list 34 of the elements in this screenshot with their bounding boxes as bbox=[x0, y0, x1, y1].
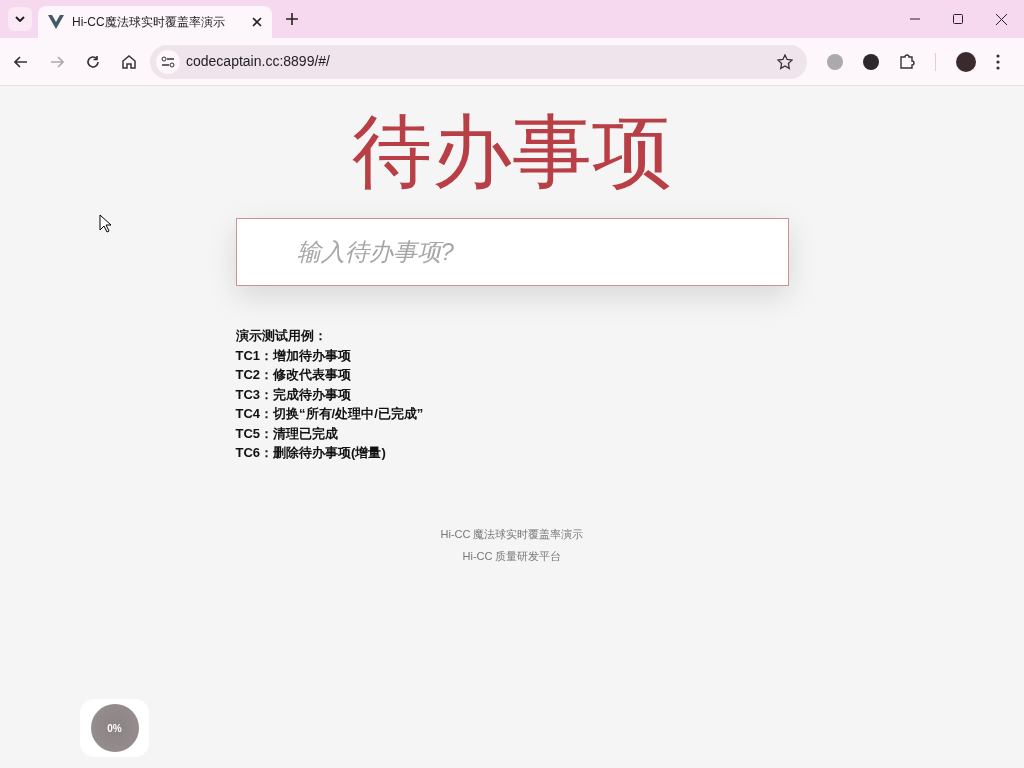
footer-text: Hi-CC 质量研发平台 bbox=[462, 549, 562, 564]
coverage-reading: 0% bbox=[107, 721, 122, 736]
test-cases-heading: 演示测试用例： bbox=[235, 327, 328, 345]
test-case-item: TC5：清理已完成 bbox=[235, 424, 340, 443]
test-case-item: TC1：增加待办事项 bbox=[235, 346, 353, 365]
menu-icon[interactable] bbox=[996, 53, 1000, 70]
url-text: codecaptain.cc:8899/#/ bbox=[186, 52, 331, 71]
test-case-item: TC4：切换“所有/处理中/已完成” bbox=[235, 405, 425, 423]
new-todo-input[interactable]: 输入待办事项? bbox=[235, 218, 789, 286]
close-icon[interactable] bbox=[252, 17, 262, 27]
test-case-item: TC6：删除待办事项(增量) bbox=[235, 444, 387, 462]
browser-tab[interactable]: Hi-CC魔法球实时覆盖率演示 bbox=[38, 6, 272, 38]
v-logo-icon bbox=[48, 15, 64, 29]
page-title: 待办事项 bbox=[352, 106, 672, 198]
puzzle-icon[interactable] bbox=[899, 53, 915, 70]
coverage-widget[interactable]: 0% bbox=[80, 699, 149, 757]
test-case-item: TC3：完成待办事项 bbox=[235, 385, 353, 404]
test-case-item: TC2：修改代表事项 bbox=[235, 366, 353, 384]
home-icon[interactable] bbox=[122, 54, 136, 69]
footer-text: Hi-CC 魔法球实时覆盖率演示 bbox=[440, 526, 584, 542]
maximize-icon[interactable] bbox=[953, 14, 963, 24]
close-icon[interactable] bbox=[996, 13, 1007, 25]
site-settings-icon[interactable] bbox=[161, 55, 175, 68]
extension-icon[interactable] bbox=[863, 53, 879, 70]
star-icon[interactable] bbox=[777, 53, 793, 70]
tab-title: Hi-CC魔法球实时覆盖率演示 bbox=[72, 14, 226, 31]
address-bar[interactable]: codecaptain.cc:8899/#/ bbox=[150, 44, 807, 79]
reload-icon[interactable] bbox=[86, 54, 100, 69]
new-tab-icon[interactable] bbox=[286, 13, 298, 25]
cursor-icon bbox=[99, 214, 111, 233]
back-arrow-icon[interactable] bbox=[14, 55, 28, 68]
chevron-down-icon bbox=[15, 16, 25, 22]
profile-avatar[interactable] bbox=[956, 51, 976, 72]
tab-list-button[interactable] bbox=[8, 7, 32, 31]
